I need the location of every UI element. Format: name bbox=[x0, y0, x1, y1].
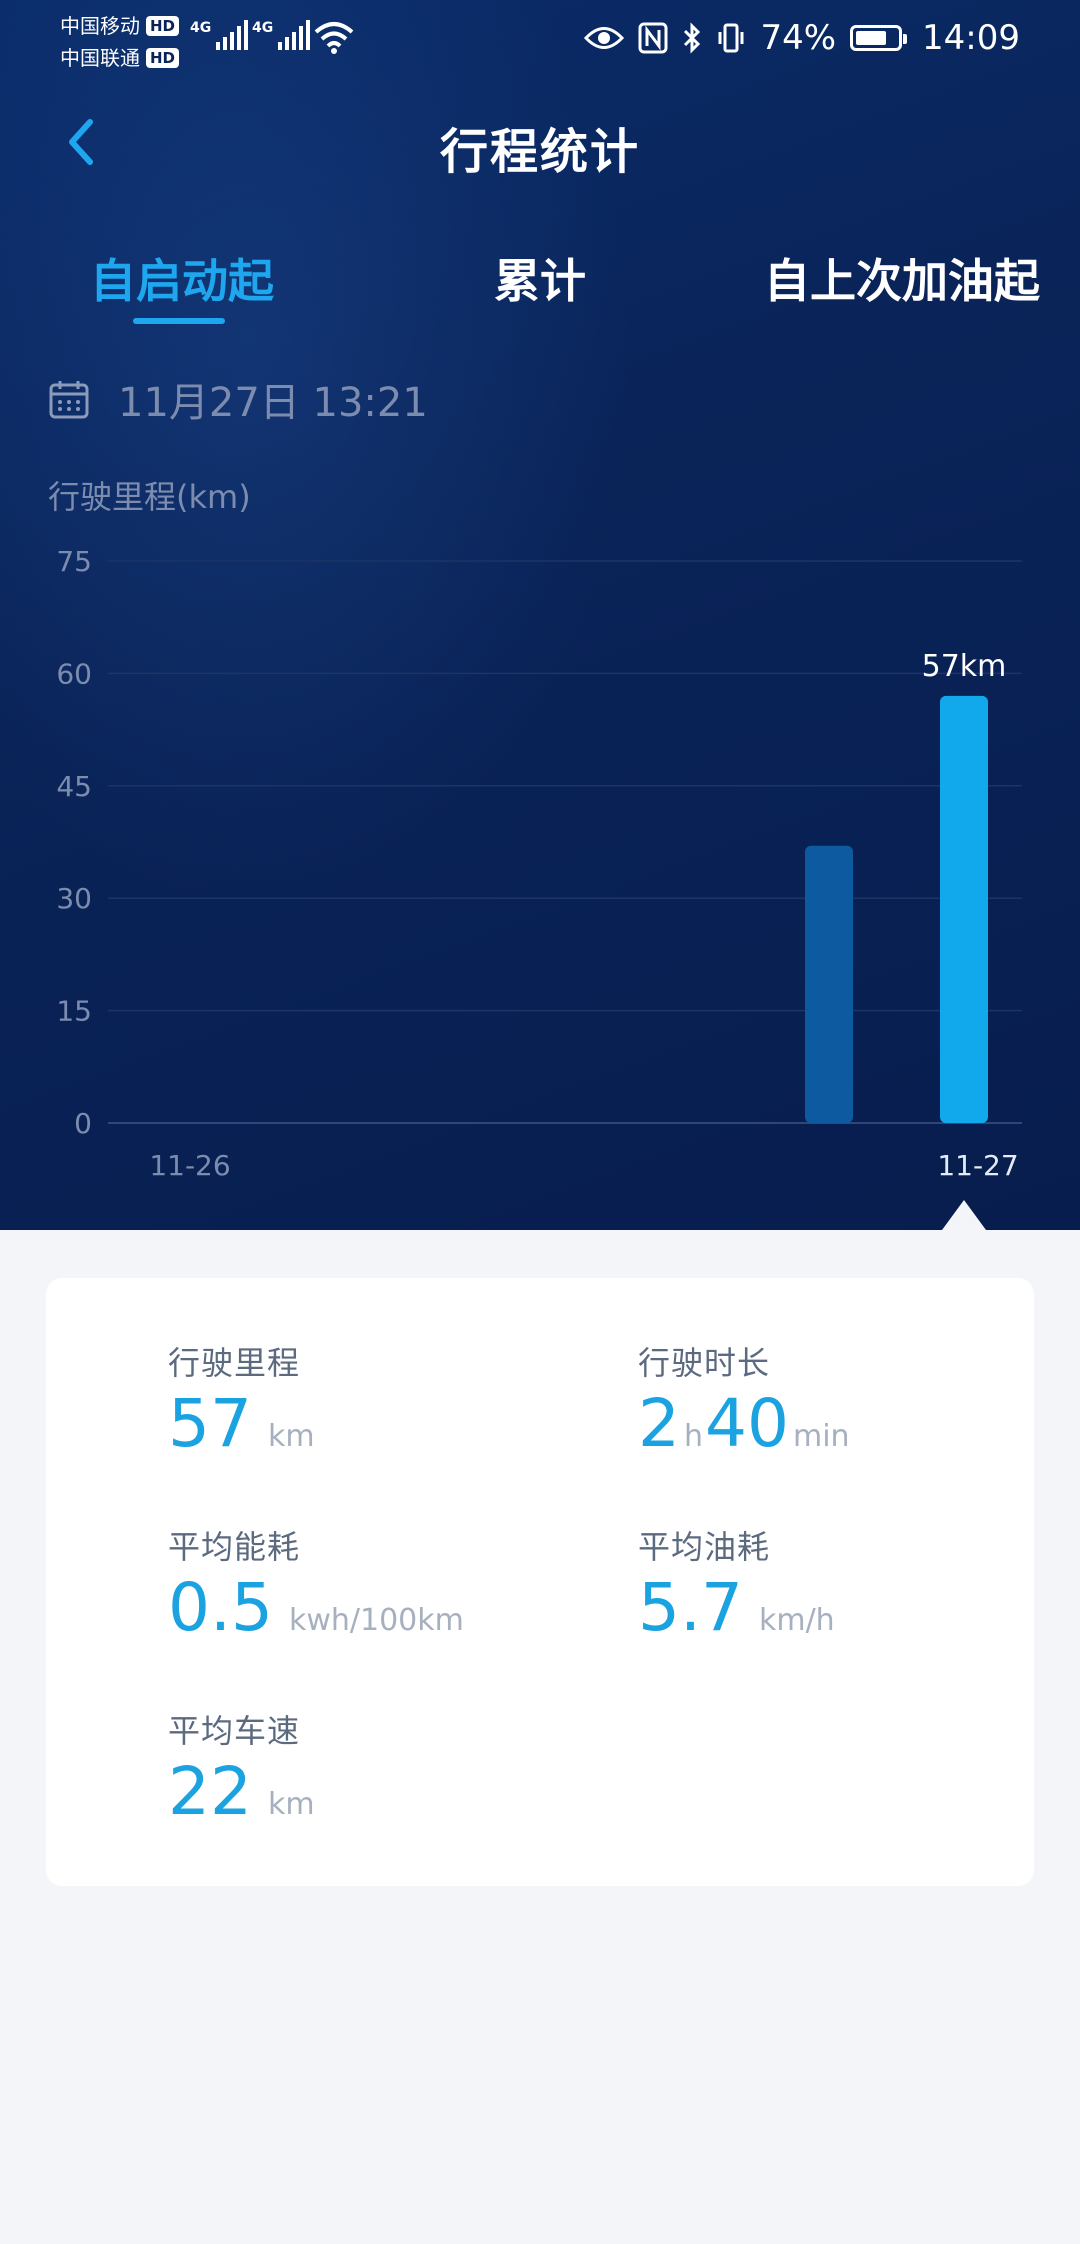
chart-bars: 57km bbox=[805, 649, 1006, 1123]
stat-avg-fuel-label: 平均油耗 bbox=[638, 1528, 771, 1566]
stat-duration: 行驶时长 2 h 40 min bbox=[638, 1338, 852, 1460]
stat-duration-hours: 2 bbox=[638, 1385, 680, 1462]
y-tick-label: 60 bbox=[56, 657, 92, 690]
chart-y-axis-title: 行驶里程(km) bbox=[48, 478, 251, 516]
stat-distance-value: 57 bbox=[168, 1385, 252, 1462]
stat-avg-fuel: 平均油耗 5.7 km/h bbox=[638, 1522, 835, 1644]
stat-avg-fuel-unit: km/h bbox=[758, 1603, 835, 1638]
chart-bar[interactable] bbox=[805, 845, 853, 1123]
stat-distance: 行驶里程 57 km bbox=[168, 1338, 315, 1460]
stat-distance-label: 行驶里程 bbox=[168, 1344, 301, 1382]
trip-hero-panel: 中国移动 HD 中国联通 HD 4G 4G 74% 14:09 行程统计 自启动… bbox=[0, 0, 1080, 1230]
stat-duration-minutes: 40 bbox=[705, 1385, 789, 1462]
y-tick-label: 0 bbox=[74, 1107, 92, 1140]
chart-grid: 75 60 45 30 15 0 bbox=[56, 545, 1022, 1140]
y-tick-label: 75 bbox=[56, 545, 92, 578]
distance-bar-chart: 行驶里程(km) 75 60 45 30 15 0 57km 11-26 11-27 bbox=[48, 478, 1022, 1182]
y-tick-label: 30 bbox=[56, 882, 92, 915]
x-tick-label: 11-27 bbox=[937, 1149, 1018, 1182]
stat-duration-h-unit: h bbox=[684, 1419, 704, 1454]
stat-avg-energy-value: 0.5 bbox=[168, 1569, 273, 1646]
stat-distance-unit: km bbox=[267, 1419, 315, 1454]
selected-bar-pointer bbox=[942, 1200, 986, 1230]
chart-x-ticks: 11-26 11-27 bbox=[149, 1149, 1018, 1182]
stat-avg-energy-unit: kwh/100km bbox=[288, 1603, 464, 1638]
y-tick-label: 45 bbox=[56, 770, 92, 803]
stat-avg-speed-label: 平均车速 bbox=[168, 1712, 301, 1750]
x-tick-label: 11-26 bbox=[149, 1149, 230, 1182]
stat-duration-label: 行驶时长 bbox=[638, 1344, 771, 1382]
stat-avg-energy-label: 平均能耗 bbox=[168, 1528, 301, 1566]
stat-avg-speed-value: 22 bbox=[168, 1753, 252, 1830]
stat-avg-speed: 平均车速 22 km bbox=[168, 1706, 315, 1828]
y-tick-label: 15 bbox=[56, 995, 92, 1028]
stat-duration-m-unit: min bbox=[793, 1419, 850, 1454]
stat-avg-speed-unit: km bbox=[267, 1787, 315, 1822]
trip-stats-card: 行驶里程 57 km 行驶时长 2 h 40 min 平均能耗 0.5 kwh/… bbox=[46, 1278, 1034, 1886]
stat-avg-fuel-value: 5.7 bbox=[638, 1569, 743, 1646]
bar-value-label: 57km bbox=[922, 649, 1007, 684]
chart-bar-selected[interactable] bbox=[940, 695, 988, 1123]
stat-avg-energy: 平均能耗 0.5 kwh/100km bbox=[168, 1522, 464, 1644]
